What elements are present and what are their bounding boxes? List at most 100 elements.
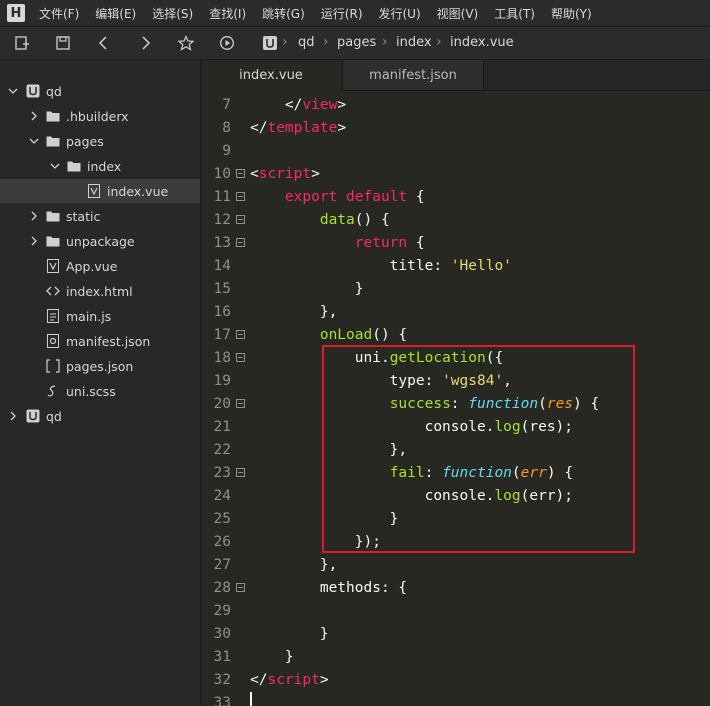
fold-toggle-icon[interactable] (236, 169, 245, 178)
editor-tabs: index.vue manifest.json (201, 60, 710, 92)
fold-toggle-icon[interactable] (236, 215, 245, 224)
line-number: 12 (213, 212, 231, 228)
menu-select[interactable]: 选择(S) (144, 5, 201, 22)
breadcrumb-pages[interactable]: pages (337, 35, 376, 50)
breadcrumb-index[interactable]: index (396, 35, 432, 50)
tree-item-label: index.html (66, 283, 133, 299)
save-icon[interactable] (53, 33, 73, 53)
chevron-down-icon[interactable] (28, 135, 40, 147)
code-line[interactable]: 11 export default { (201, 186, 710, 209)
code-text: </script> (250, 669, 329, 692)
code-line[interactable]: 14 title: 'Hello' (201, 255, 710, 278)
code-token: data (319, 212, 355, 228)
chevron-right-icon[interactable] (28, 235, 40, 247)
code-line[interactable]: 10 <script> (201, 163, 710, 186)
code-line[interactable]: 31 } (201, 646, 710, 669)
tree-item-manifest-json[interactable]: manifest.json (0, 329, 200, 353)
code-line[interactable]: 16 }, (201, 301, 710, 324)
code-token: { (407, 189, 425, 205)
code-line[interactable]: 7 </view> (201, 94, 710, 117)
tree-item-unpackage[interactable]: unpackage (0, 229, 200, 253)
vue-file-icon (46, 259, 60, 273)
tree-item-hbuilderx[interactable]: .hbuilderx (0, 104, 200, 128)
code-token: } (250, 281, 364, 297)
fold-toggle-icon[interactable] (236, 468, 245, 477)
line-number: 16 (213, 304, 231, 320)
code-line[interactable]: 28 methods: { (201, 577, 710, 600)
breadcrumb-qd[interactable]: qd (298, 35, 315, 50)
code-line[interactable]: 9 (201, 140, 710, 163)
tree-item-index-vue[interactable]: index.vue (0, 179, 200, 203)
chevron-right-icon[interactable] (28, 110, 40, 122)
tree-item-index-folder[interactable]: index (0, 154, 200, 178)
star-icon[interactable] (176, 33, 196, 53)
menu-goto[interactable]: 跳转(G) (254, 5, 313, 22)
menu-tools[interactable]: 工具(T) (486, 5, 543, 22)
chevron-down-icon[interactable] (49, 160, 61, 172)
menu-edit[interactable]: 编辑(E) (87, 5, 144, 22)
line-number: 20 (213, 396, 231, 412)
code-token: </ (284, 97, 303, 113)
new-file-icon[interactable] (12, 33, 32, 53)
code-line[interactable]: 30 } (201, 623, 710, 646)
tree-item-label: App.vue (66, 258, 118, 274)
tab-manifest-json[interactable]: manifest.json (342, 60, 484, 90)
tree-item-label: unpackage (66, 233, 135, 249)
code-token: methods: { (250, 580, 408, 596)
hbuilderx-logo-icon[interactable]: H (7, 4, 25, 22)
fold-toggle-icon[interactable] (236, 238, 245, 247)
tree-item-main-js[interactable]: main.js (0, 304, 200, 328)
chevron-right-icon[interactable] (28, 210, 40, 222)
menu-view[interactable]: 视图(V) (429, 5, 487, 22)
code-line[interactable]: 32 </script> (201, 669, 710, 692)
chevron-right-icon[interactable] (7, 410, 19, 422)
code-line[interactable]: 13 return { (201, 232, 710, 255)
fold-toggle-icon[interactable] (236, 192, 245, 201)
fold-toggle-icon[interactable] (236, 399, 245, 408)
code-token: title: (250, 258, 451, 274)
code-text: </template> (250, 117, 346, 140)
tree-item-static[interactable]: static (0, 204, 200, 228)
code-line[interactable]: 29 (201, 600, 710, 623)
code-line[interactable]: 15 } (201, 278, 710, 301)
fold-toggle-icon[interactable] (236, 583, 245, 592)
tree-item-pages-json[interactable]: pages.json (0, 354, 200, 378)
back-icon[interactable] (94, 33, 114, 53)
code-line[interactable]: 17 onLoad() { (201, 324, 710, 347)
code-line[interactable]: 12 data() { (201, 209, 710, 232)
line-number: 29 (213, 603, 231, 619)
line-number: 31 (213, 649, 231, 665)
tree-item-qd[interactable]: qd (0, 79, 200, 103)
fold-toggle-icon[interactable] (236, 353, 245, 362)
code-token: }, (250, 304, 338, 320)
json-file-icon (46, 359, 60, 373)
code-text: } (250, 278, 364, 301)
tree-item-index-html[interactable]: index.html (0, 279, 200, 303)
code-line[interactable]: 27 }, (201, 554, 710, 577)
tree-item-uni-scss[interactable]: uni.scss (0, 379, 200, 403)
folder-open-icon (46, 134, 60, 148)
menu-file[interactable]: 文件(F) (31, 5, 87, 22)
line-number: 26 (213, 534, 231, 550)
line-number: 17 (213, 327, 231, 343)
run-icon[interactable] (217, 33, 237, 53)
fold-toggle-icon[interactable] (236, 330, 245, 339)
tree-item-app-vue[interactable]: App.vue (0, 254, 200, 278)
code-token: template (267, 120, 338, 136)
forward-icon[interactable] (135, 33, 155, 53)
menu-find[interactable]: 查找(I) (201, 5, 254, 22)
menu-run[interactable]: 运行(R) (313, 5, 371, 22)
tab-index-vue[interactable]: index.vue (201, 60, 341, 92)
code-text: </view> (250, 94, 346, 117)
menu-publish[interactable]: 发行(U) (371, 5, 429, 22)
menu-help[interactable]: 帮助(Y) (543, 5, 600, 22)
code-line[interactable]: 8 </template> (201, 117, 710, 140)
code-line[interactable]: 33 (201, 692, 710, 706)
breadcrumb-file[interactable]: index.vue (450, 35, 514, 50)
tree-item-qd-2[interactable]: qd (0, 404, 200, 428)
project-u-icon (260, 33, 280, 53)
tree-item-pages[interactable]: pages (0, 129, 200, 153)
chevron-down-icon[interactable] (7, 85, 19, 97)
